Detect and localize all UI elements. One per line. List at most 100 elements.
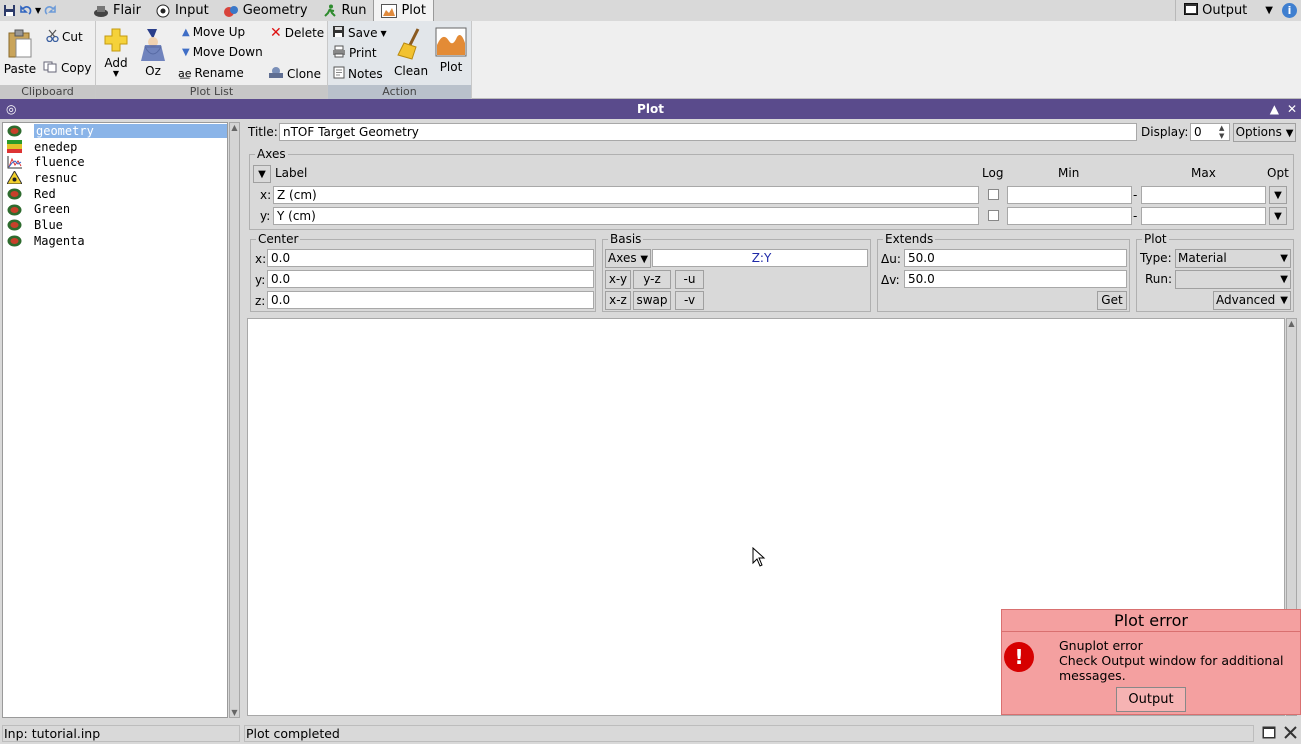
cut-button[interactable]: Cut [46, 29, 83, 45]
move-down-button[interactable]: ▼ Move Down [182, 45, 263, 59]
basis-mode-dropdown[interactable]: Axes ▼ [605, 249, 651, 268]
range-dash: - [1133, 209, 1138, 223]
oz-button[interactable]: Oz [136, 27, 170, 78]
list-item[interactable]: Red [3, 186, 227, 202]
advanced-button[interactable]: Advanced ▼ [1213, 291, 1291, 310]
plot-run-dropdown[interactable]: ▼ [1175, 270, 1291, 289]
plot-list-scrollbar[interactable]: ▲ ▼ [229, 122, 240, 718]
add-button[interactable]: Add ▼ [101, 27, 131, 78]
tab-input[interactable]: Input [148, 0, 216, 21]
save-plot-button[interactable]: Save ▼ [332, 25, 387, 41]
basis-swap-button[interactable]: swap [633, 291, 671, 310]
move-up-button[interactable]: ▲ Move Up [182, 25, 245, 39]
window-menu-icon[interactable]: ◎ [6, 99, 16, 119]
x-axis-label-input[interactable]: Z (cm) [273, 186, 979, 204]
dv-input[interactable]: 50.0 [904, 270, 1127, 288]
title-input[interactable]: nTOF Target Geometry [279, 123, 1137, 141]
center-frame-title: Center [256, 232, 301, 246]
help-icon[interactable]: i [1282, 3, 1297, 18]
list-item-label: resnuc [34, 170, 78, 185]
plot-type-dropdown[interactable]: Material ▼ [1175, 249, 1291, 268]
basis-neg-v-button[interactable]: -v [675, 291, 704, 310]
save-icon [332, 25, 345, 41]
y-log-checkbox[interactable] [988, 210, 999, 221]
clean-button[interactable]: Clean [394, 27, 428, 78]
x-max-input[interactable] [1141, 186, 1266, 204]
plotlist-group-label: Plot List [96, 85, 327, 99]
undo-icon[interactable] [19, 4, 32, 17]
list-item-label: Red [34, 186, 56, 201]
basis-yz-button[interactable]: y-z [633, 270, 671, 289]
advanced-label: Advanced [1216, 293, 1276, 307]
notes-button[interactable]: Notes [333, 66, 383, 82]
tab-geometry[interactable]: Geometry [216, 0, 315, 21]
list-item[interactable]: Magenta [3, 233, 227, 249]
window-title: Plot [637, 102, 664, 116]
list-item[interactable]: Blue [3, 217, 227, 233]
plot-icon [381, 3, 398, 18]
x-min-input[interactable] [1007, 186, 1132, 204]
save-plot-label: Save [348, 26, 378, 40]
options-button[interactable]: Options ▼ [1233, 123, 1296, 142]
move-up-label: Move Up [192, 25, 246, 39]
terminal-icon[interactable] [1262, 726, 1276, 742]
plot-button[interactable]: Plot [434, 27, 468, 74]
maximize-icon[interactable]: ▲ [1270, 99, 1279, 119]
basis-xy-button[interactable]: x-y [605, 270, 631, 289]
tab-run[interactable]: Run [315, 0, 374, 21]
move-down-label: Move Down [192, 45, 263, 59]
paste-button[interactable]: Paste [3, 29, 37, 76]
tab-flair[interactable]: Flair [86, 0, 148, 21]
basis-neg-u-button[interactable]: -u [675, 270, 704, 289]
clone-button[interactable]: Clone [268, 66, 321, 82]
center-y-input[interactable]: 0.0 [267, 270, 594, 288]
scroll-up-icon[interactable]: ▲ [230, 123, 239, 132]
x-options-dropdown[interactable]: ▼ [1269, 186, 1287, 204]
list-item[interactable]: enedep [3, 139, 227, 155]
error-line-2: Check Output window for additional messa… [1059, 653, 1284, 683]
axes-menu-dropdown[interactable]: ▼ [253, 165, 271, 183]
center-z-label: z: [255, 294, 266, 308]
close-icon[interactable]: ✕ [1287, 99, 1297, 119]
scroll-down-icon[interactable]: ▼ [230, 708, 239, 717]
y-options-dropdown[interactable]: ▼ [1269, 207, 1287, 225]
list-item[interactable]: Green [3, 201, 227, 217]
scroll-up-icon[interactable]: ▲ [1287, 319, 1296, 328]
tab-plot[interactable]: Plot [373, 0, 434, 21]
y-max-input[interactable] [1141, 207, 1266, 225]
list-item[interactable]: geometry [3, 123, 227, 139]
y-min-input[interactable] [1007, 207, 1132, 225]
get-button[interactable]: Get [1097, 291, 1127, 310]
center-z-input[interactable]: 0.0 [267, 291, 594, 309]
run-icon [322, 4, 338, 18]
dv-label: Δv: [881, 273, 900, 287]
x-log-checkbox[interactable] [988, 189, 999, 200]
basis-frame-title: Basis [608, 232, 644, 246]
chevron-down-icon: ▼ [1285, 128, 1294, 139]
delete-button[interactable]: ✕ Delete [270, 25, 324, 41]
output-menu[interactable]: Output ▼ [1175, 0, 1273, 21]
wizard-icon [136, 27, 170, 64]
print-button[interactable]: Print [332, 45, 377, 61]
list-item[interactable]: fluence [3, 154, 227, 170]
copy-button[interactable]: Copy [43, 60, 91, 76]
save-icon[interactable] [3, 4, 16, 17]
redo-icon[interactable] [44, 4, 57, 17]
error-output-button[interactable]: Output [1116, 687, 1186, 712]
status-bar: Inp: tutorial.inp Plot completed [0, 722, 1301, 744]
center-x-input[interactable]: 0.0 [267, 249, 594, 267]
delete-icon: ✕ [270, 25, 282, 41]
basis-xz-button[interactable]: x-z [605, 291, 631, 310]
y-axis-label-input[interactable]: Y (cm) [273, 207, 979, 225]
rename-button[interactable]: a͟e Rename [178, 66, 244, 80]
error-icon: ! [1004, 642, 1034, 672]
menu-bar: ▼ Flair Input Geometry Run Plot Output ▼… [0, 0, 1301, 21]
list-item[interactable]: resnuc [3, 170, 227, 186]
spin-arrows-icon[interactable]: ▲ ▼ [1219, 124, 1224, 140]
basis-value-input[interactable]: Z:Y [652, 249, 868, 267]
undo-dropdown-icon[interactable]: ▼ [35, 6, 41, 15]
du-input[interactable]: 50.0 [904, 249, 1127, 267]
tools-icon[interactable] [1283, 725, 1298, 743]
paste-label: Paste [3, 62, 37, 76]
output-menu-label: Output [1202, 3, 1248, 18]
